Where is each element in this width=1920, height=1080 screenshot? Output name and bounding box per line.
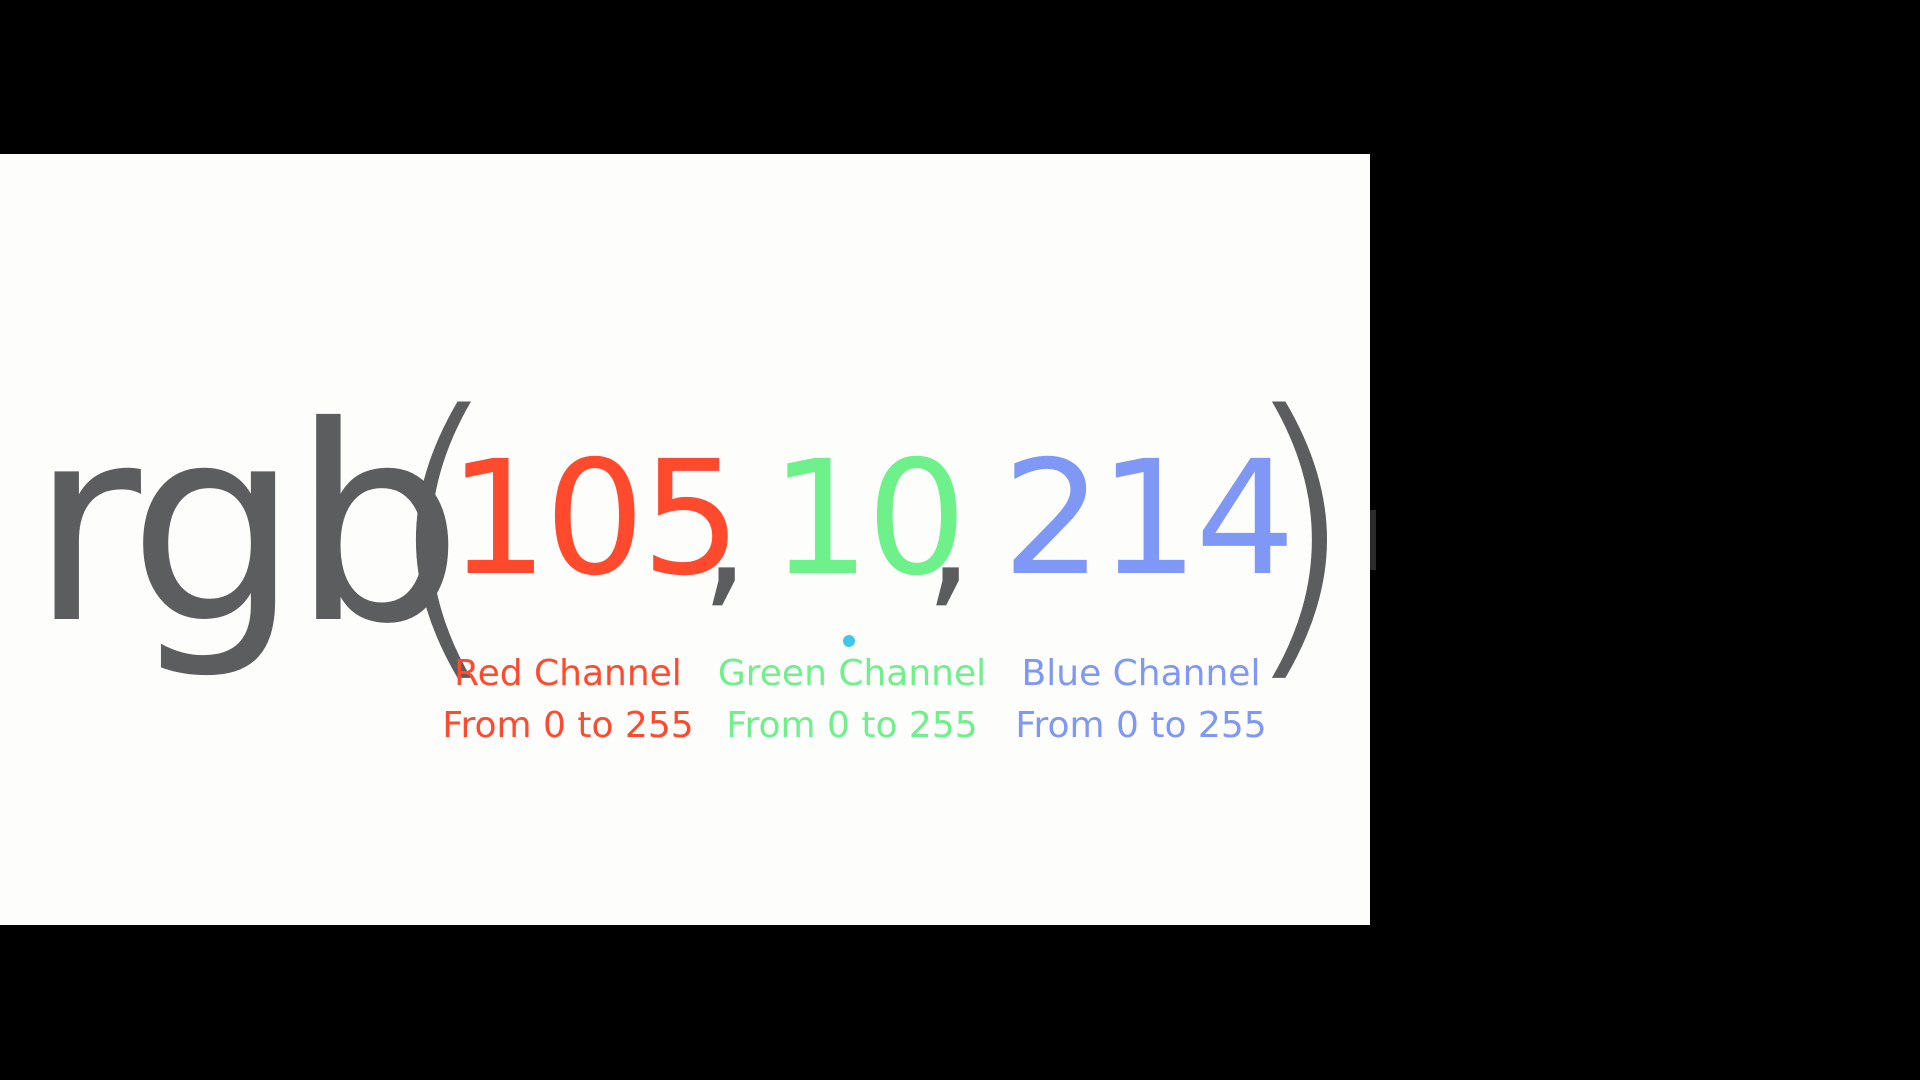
red-channel-range: From 0 to 255: [442, 705, 694, 746]
blue-channel-label: Blue Channel: [1021, 653, 1261, 694]
close-parenthesis: ): [1238, 350, 1359, 711]
comma-separator: ,: [924, 441, 975, 625]
pointer-dot-icon: [842, 634, 856, 648]
red-channel-label: Red Channel: [454, 653, 682, 694]
side-panel-handle[interactable]: [1370, 510, 1376, 570]
red-value: 105: [448, 427, 742, 611]
green-channel-range: From 0 to 255: [726, 705, 978, 746]
blue-channel-caption: Blue Channel From 0 to 255: [991, 648, 1291, 752]
green-channel-caption: Green Channel From 0 to 255: [702, 648, 1002, 752]
blue-channel-range: From 0 to 255: [1015, 705, 1267, 746]
presentation-slide: rgb ( 105 , 10 , 214 ) Red Channel From …: [0, 154, 1370, 925]
green-channel-label: Green Channel: [717, 653, 987, 694]
screen: rgb ( 105 , 10 , 214 ) Red Channel From …: [0, 0, 1920, 1080]
comma-separator: ,: [700, 441, 751, 625]
red-channel-caption: Red Channel From 0 to 255: [418, 648, 718, 752]
